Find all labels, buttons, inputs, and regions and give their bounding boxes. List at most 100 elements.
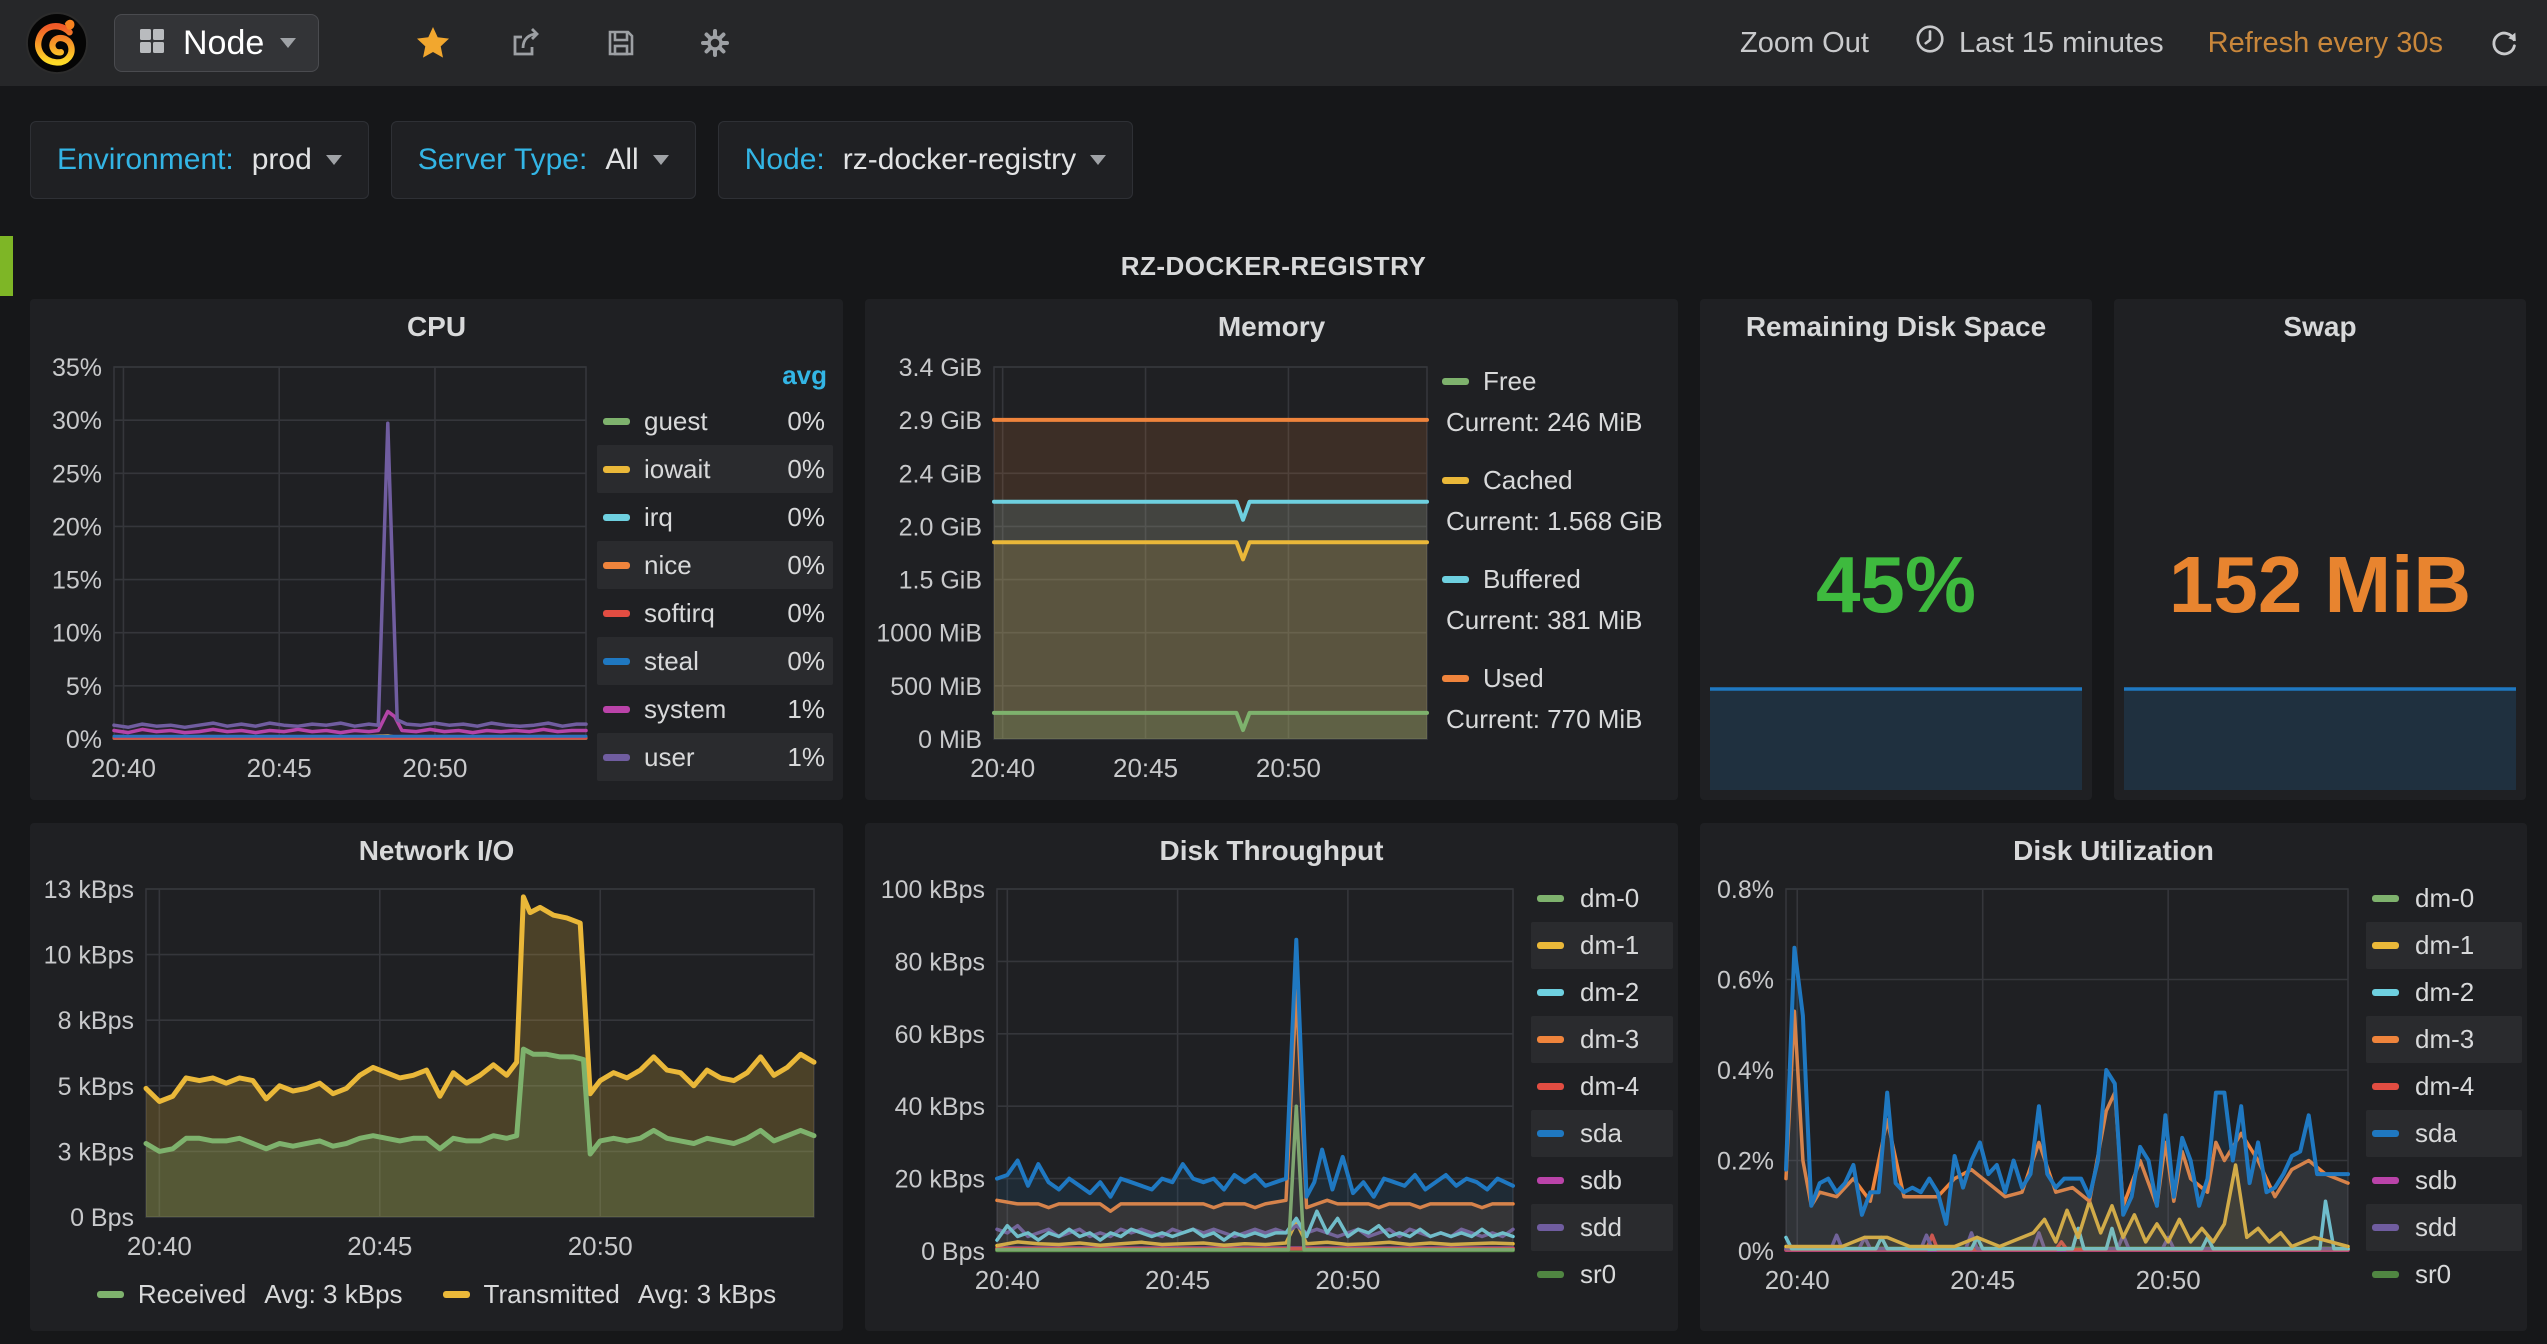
star-icon[interactable] — [415, 25, 451, 61]
legend-label: iowait — [644, 454, 787, 485]
legend-label: dm-1 — [1580, 930, 1639, 961]
row-title[interactable]: RZ-DOCKER-REGISTRY — [0, 236, 2547, 296]
dashboard-picker-button[interactable]: Node — [114, 14, 319, 72]
series-color-dash — [603, 514, 630, 521]
legend-item-sda[interactable]: sda — [1531, 1110, 1673, 1157]
variable-node[interactable]: Node: rz-docker-registry — [718, 121, 1133, 199]
legend-item-dm-0[interactable]: dm-0 — [2366, 875, 2522, 922]
save-icon[interactable] — [603, 25, 639, 61]
variable-environment[interactable]: Environment: prod — [30, 121, 369, 199]
series-color-dash — [2372, 1177, 2399, 1184]
panel-title[interactable]: Remaining Disk Space — [1700, 311, 2092, 343]
legend-item-sr0[interactable]: sr0 — [1531, 1251, 1673, 1298]
legend-item-nice[interactable]: nice0% — [597, 541, 833, 589]
legend-item-Free[interactable]: FreeCurrent: 246 MiB — [1442, 363, 1666, 438]
svg-text:20:50: 20:50 — [1256, 753, 1321, 783]
legend-item-sda[interactable]: sda — [2366, 1110, 2522, 1157]
series-color-dash — [1537, 1130, 1564, 1137]
series-color-dash — [1537, 895, 1564, 902]
svg-text:25%: 25% — [52, 460, 102, 488]
legend-item-user[interactable]: user1% — [597, 733, 833, 781]
chevron-down-icon — [326, 155, 342, 165]
legend-item-dm-2[interactable]: dm-2 — [2366, 969, 2522, 1016]
disk-utilization-graph[interactable]: 0%0.2%0.4%0.6%0.8%20:4020:4520:50 — [1704, 869, 2356, 1305]
row-collapse-marker[interactable] — [0, 236, 13, 296]
legend-label: dm-4 — [1580, 1071, 1639, 1102]
legend-item-Used[interactable]: UsedCurrent: 770 MiB — [1442, 660, 1666, 735]
legend-value: 1% — [787, 694, 825, 725]
legend-item-sdb[interactable]: sdb — [1531, 1157, 1673, 1204]
svg-text:0 MiB: 0 MiB — [918, 726, 982, 754]
legend-label: dm-3 — [2415, 1024, 2474, 1055]
legend-item-dm-2[interactable]: dm-2 — [1531, 969, 1673, 1016]
series-color-dash — [443, 1291, 470, 1298]
svg-text:20:50: 20:50 — [2136, 1265, 2201, 1295]
legend-item-sr0[interactable]: sr0 — [2366, 1251, 2522, 1298]
panel-title[interactable]: Disk Throughput — [865, 835, 1678, 867]
legend-item-sdb[interactable]: sdb — [2366, 1157, 2522, 1204]
graph-canvas: 0%0.2%0.4%0.6%0.8%20:4020:4520:50 — [1704, 869, 2356, 1305]
cpu-graph[interactable]: 0%5%10%15%20%25%30%35%20:4020:4520:50 — [34, 347, 594, 793]
legend-item-Cached[interactable]: CachedCurrent: 1.568 GiB — [1442, 462, 1666, 537]
refresh-icon[interactable] — [2487, 26, 2521, 60]
legend-item-dm-1[interactable]: dm-1 — [2366, 922, 2522, 969]
time-picker-button[interactable]: Last 15 minutes — [1913, 22, 2164, 64]
legend-item-Transmitted[interactable]: TransmittedAvg: 3 kBps — [443, 1279, 777, 1310]
legend-item-dm-4[interactable]: dm-4 — [1531, 1063, 1673, 1110]
legend-item-sdd[interactable]: sdd — [1531, 1204, 1673, 1251]
gear-icon[interactable] — [697, 25, 733, 61]
series-color-dash — [2372, 1036, 2399, 1043]
graph-canvas: 0 MiB500 MiB1000 MiB1.5 GiB2.0 GiB2.4 Gi… — [869, 347, 1435, 793]
panel-title[interactable]: Memory — [865, 311, 1678, 343]
legend-item-Buffered[interactable]: Buffered Current: 381 MiB — [1442, 561, 1666, 636]
panel-title[interactable]: Network I/O — [30, 835, 843, 867]
series-color-dash — [1442, 675, 1469, 682]
svg-text:0%: 0% — [1738, 1238, 1774, 1266]
series-color-dash — [2372, 1083, 2399, 1090]
network-graph[interactable]: 0 Bps3 kBps5 kBps8 kBps10 kBps13 kBps20:… — [34, 869, 822, 1271]
legend-item-Received[interactable]: ReceivedAvg: 3 kBps — [97, 1279, 403, 1310]
legend-header[interactable]: avg — [597, 353, 833, 397]
svg-text:20:40: 20:40 — [975, 1265, 1040, 1295]
share-icon[interactable] — [509, 25, 545, 61]
series-color-dash — [603, 706, 630, 713]
legend-item-softirq[interactable]: softirq0% — [597, 589, 833, 637]
series-color-dash — [1537, 989, 1564, 996]
series-color-dash — [1537, 1271, 1564, 1278]
legend-item-dm-1[interactable]: dm-1 — [1531, 922, 1673, 969]
svg-text:2.4 GiB: 2.4 GiB — [899, 460, 982, 488]
legend-item-iowait[interactable]: iowait0% — [597, 445, 833, 493]
memory-graph[interactable]: 0 MiB500 MiB1000 MiB1.5 GiB2.0 GiB2.4 Gi… — [869, 347, 1435, 793]
panel-title[interactable]: Disk Utilization — [1700, 835, 2527, 867]
svg-text:0.4%: 0.4% — [1717, 1057, 1774, 1085]
panel-remaining-disk-space: Remaining Disk Space 45% — [1700, 299, 2092, 800]
legend-item-dm-4[interactable]: dm-4 — [2366, 1063, 2522, 1110]
panel-title[interactable]: CPU — [30, 311, 843, 343]
legend-item-dm-3[interactable]: dm-3 — [1531, 1016, 1673, 1063]
legend-label: Buffered — [1483, 564, 1581, 595]
legend-item-dm-3[interactable]: dm-3 — [2366, 1016, 2522, 1063]
panel-title[interactable]: Swap — [2114, 311, 2526, 343]
variable-server-type[interactable]: Server Type: All — [391, 121, 696, 199]
grafana-logo-icon[interactable] — [26, 12, 88, 74]
legend-label: dm-0 — [1580, 883, 1639, 914]
legend-item-dm-0[interactable]: dm-0 — [1531, 875, 1673, 922]
zoom-out-button[interactable]: Zoom Out — [1740, 27, 1869, 60]
legend-item-steal[interactable]: steal0% — [597, 637, 833, 685]
legend-label: sdb — [1580, 1165, 1622, 1196]
legend-label: dm-3 — [1580, 1024, 1639, 1055]
legend-item-system[interactable]: system1% — [597, 685, 833, 733]
memory-legend: FreeCurrent: 246 MiB CachedCurrent: 1.568… — [1442, 363, 1666, 759]
svg-text:20:45: 20:45 — [347, 1231, 412, 1261]
grid-icon — [137, 26, 167, 61]
graph-canvas: 0 Bps20 kBps40 kBps60 kBps80 kBps100 kBp… — [869, 869, 1521, 1305]
legend-item-guest[interactable]: guest0% — [597, 397, 833, 445]
legend-item-sdd[interactable]: sdd — [2366, 1204, 2522, 1251]
legend-value: 0% — [787, 454, 825, 485]
legend-current-value: Current: 381 MiB — [1442, 605, 1666, 636]
disk-throughput-graph[interactable]: 0 Bps20 kBps40 kBps60 kBps80 kBps100 kBp… — [869, 869, 1521, 1305]
refresh-interval-button[interactable]: Refresh every 30s — [2208, 27, 2443, 60]
svg-text:20:45: 20:45 — [247, 753, 312, 783]
legend-item-irq[interactable]: irq0% — [597, 493, 833, 541]
svg-text:60 kBps: 60 kBps — [895, 1021, 985, 1049]
